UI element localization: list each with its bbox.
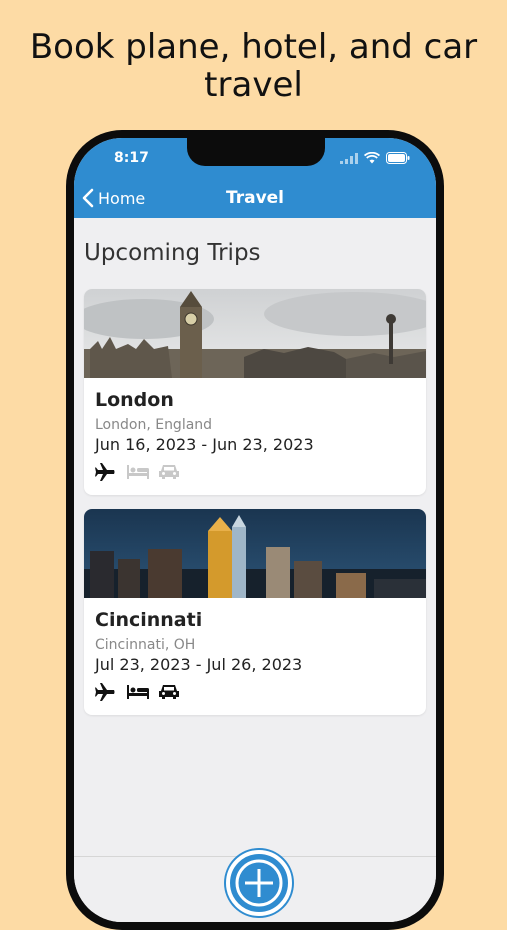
plus-icon	[235, 859, 283, 907]
hotel-icon	[127, 463, 149, 481]
add-trip-button[interactable]	[226, 850, 292, 916]
status-time: 8:17	[114, 150, 149, 166]
trip-location: London, England	[95, 417, 213, 433]
trip-name: Cincinnati	[95, 609, 203, 631]
cincinnati-photo	[84, 509, 426, 598]
trip-card-london[interactable]: London London, England Jun 16, 2023 - Ju…	[84, 289, 426, 495]
car-icon	[159, 683, 181, 701]
trip-card-cincinnati[interactable]: Cincinnati Cincinnati, OH Jul 23, 2023 -…	[84, 509, 426, 715]
plane-icon	[95, 683, 117, 701]
navigation-bar: 8:17 Home Travel	[74, 138, 436, 218]
trip-dates: Jul 23, 2023 - Jul 26, 2023	[95, 655, 303, 674]
status-icons	[340, 152, 410, 164]
headline: Book plane, hotel, and car travel	[29, 27, 478, 105]
london-photo	[84, 289, 426, 378]
wifi-icon	[364, 152, 380, 164]
trip-name: London	[95, 389, 174, 411]
plane-icon	[95, 463, 117, 481]
battery-icon	[386, 152, 410, 164]
car-icon	[159, 463, 181, 481]
nav-title: Travel	[225, 188, 285, 208]
trip-dates: Jun 16, 2023 - Jun 23, 2023	[95, 435, 314, 454]
phone-notch	[187, 138, 325, 166]
trip-booking-icons	[95, 683, 181, 701]
phone-frame: 8:17 Home Travel Upcoming Trips London L…	[66, 130, 444, 930]
section-title: Upcoming Trips	[84, 240, 261, 266]
trip-booking-icons	[95, 463, 181, 481]
hotel-icon	[127, 683, 149, 701]
phone-screen: 8:17 Home Travel Upcoming Trips London L…	[74, 138, 436, 922]
signal-icon	[340, 152, 358, 164]
trip-location: Cincinnati, OH	[95, 637, 196, 653]
